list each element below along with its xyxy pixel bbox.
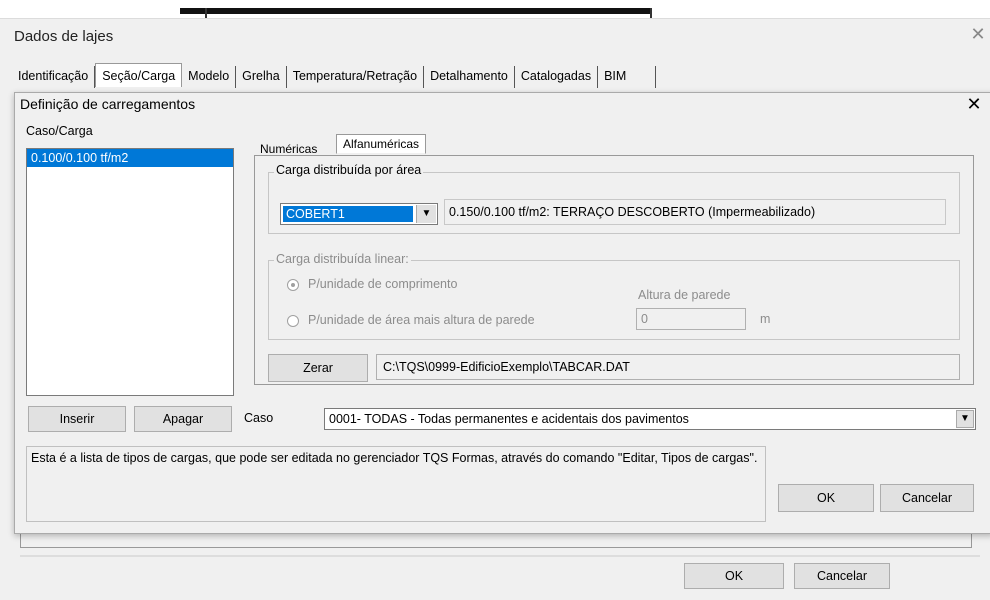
- caso-dropdown[interactable]: 0001- TODAS - Todas permanentes e aciden…: [324, 408, 976, 430]
- zerar-button[interactable]: Zerar: [268, 354, 368, 382]
- outer-dialog-title: Dados de lajes: [14, 28, 114, 45]
- inner-close-icon[interactable]: ✕: [964, 94, 984, 115]
- tab-temperatura-retracao[interactable]: Temperatura/Retração: [287, 66, 425, 88]
- divider: [20, 555, 980, 557]
- linear-load-legend: Carga distribuída linear:: [274, 252, 411, 266]
- radio-per-area-height-label: P/unidade de área mais altura de parede: [308, 313, 535, 327]
- tab-modelo[interactable]: Modelo: [182, 66, 237, 88]
- area-load-legend: Carga distribuída por área: [274, 163, 424, 177]
- load-list[interactable]: 0.100/0.100 tf/m2: [26, 148, 234, 396]
- background-mark: [650, 8, 652, 18]
- caso-value: 0001- TODAS - Todas permanentes e aciden…: [329, 412, 689, 426]
- caso-carga-label: Caso/Carga: [26, 124, 93, 138]
- unit-label: m: [760, 312, 771, 326]
- inner-ok-button[interactable]: OK: [778, 484, 874, 512]
- apagar-button[interactable]: Apagar: [134, 406, 232, 432]
- outer-close-icon[interactable]: ✕: [968, 24, 988, 45]
- tab-catalogadas[interactable]: Catalogadas: [515, 66, 599, 88]
- chevron-down-icon[interactable]: ▼: [956, 410, 974, 428]
- inner-dialog-title: Definição de carregamentos: [20, 96, 196, 112]
- list-item[interactable]: 0.100/0.100 tf/m2: [27, 149, 233, 167]
- load-type-dropdown[interactable]: COBERT1 ▼: [280, 203, 438, 225]
- tab-bim[interactable]: BIM: [598, 66, 657, 88]
- outer-cancel-button[interactable]: Cancelar: [794, 563, 890, 589]
- linear-load-group: [268, 260, 960, 340]
- outer-ok-button[interactable]: OK: [684, 563, 784, 589]
- background-mark: [205, 8, 207, 18]
- tab-numericas[interactable]: Numéricas: [260, 138, 317, 158]
- tab-grelha[interactable]: Grelha: [236, 66, 287, 88]
- inserir-button[interactable]: Inserir: [28, 406, 126, 432]
- tab-identificacao[interactable]: Identificação: [18, 66, 96, 88]
- caso-label: Caso: [244, 411, 274, 425]
- radio-per-length-label: P/unidade de comprimento: [308, 277, 458, 291]
- load-description: 0.150/0.100 tf/m2: TERRAÇO DESCOBERTO (I…: [444, 199, 946, 225]
- tab-secao-carga[interactable]: Seção/Carga: [95, 63, 183, 87]
- altura-parede-label: Altura de parede: [638, 288, 731, 302]
- chevron-down-icon[interactable]: ▼: [416, 205, 436, 223]
- radio-per-length[interactable]: [287, 279, 299, 291]
- load-type-value: COBERT1: [283, 206, 413, 222]
- radio-per-area-height[interactable]: [287, 315, 299, 327]
- tab-alfanumericas[interactable]: Alfanuméricas: [336, 134, 427, 154]
- outer-tabs: Identificação Seção/Carga Modelo Grelha …: [18, 63, 657, 88]
- info-text: Esta é a lista de tipos de cargas, que p…: [26, 446, 766, 522]
- tab-detalhamento[interactable]: Detalhamento: [424, 66, 515, 88]
- background-toolbar: [180, 8, 650, 14]
- altura-parede-input[interactable]: 0: [636, 308, 746, 330]
- file-path: C:\TQS\0999-EdificioExemplo\TABCAR.DAT: [376, 354, 960, 380]
- inner-cancel-button[interactable]: Cancelar: [880, 484, 974, 512]
